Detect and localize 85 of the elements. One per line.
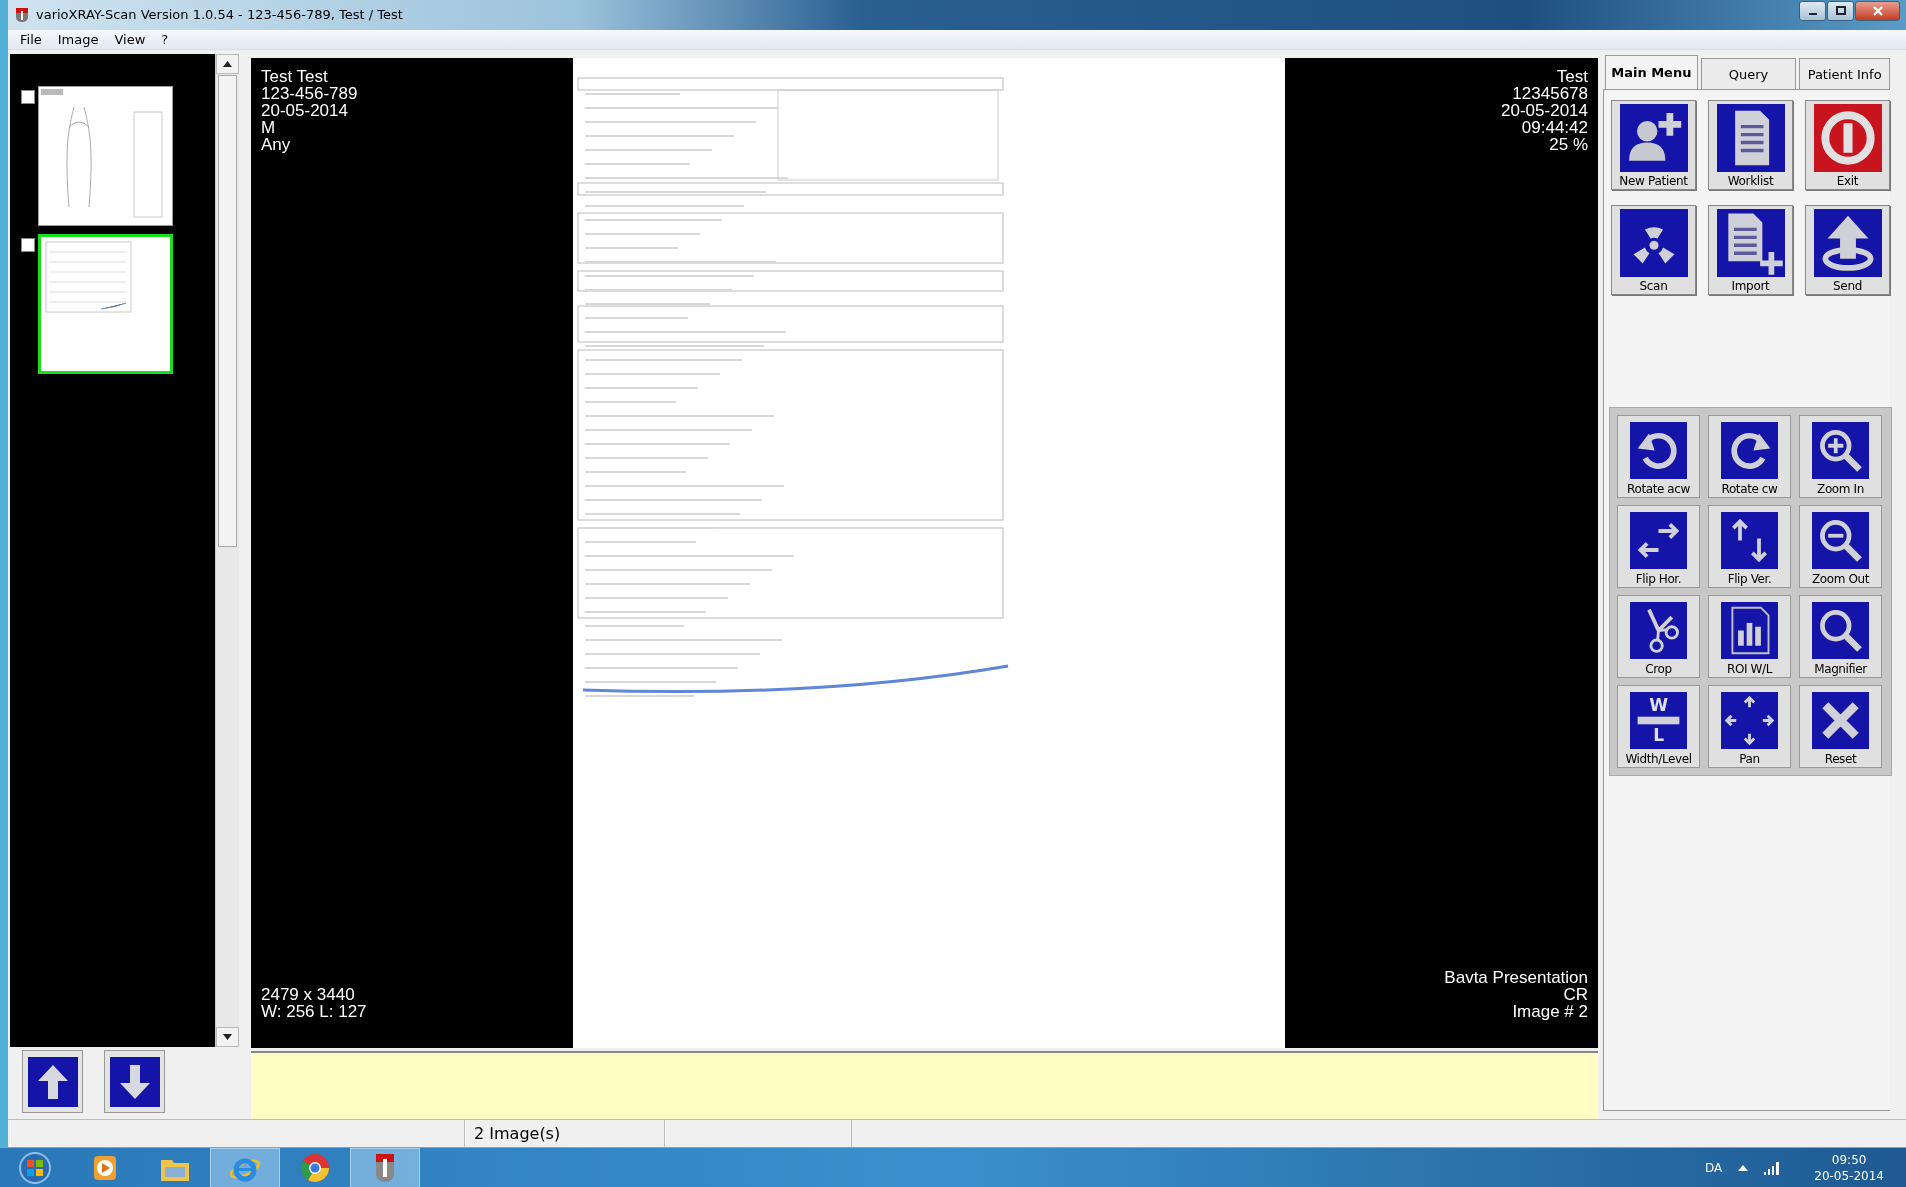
rotate-left-icon [1630, 422, 1687, 480]
image-info-text: 20-05-2014 [1501, 102, 1588, 120]
clock-date[interactable]: 20-05-2014 [1814, 1169, 1884, 1183]
toolbar-button[interactable]: Send [1805, 205, 1890, 296]
rotate-right-icon [1721, 422, 1778, 480]
document-plus-icon [1716, 209, 1785, 278]
panel-tab[interactable]: Main Menu [1605, 55, 1698, 90]
minimize-button[interactable] [1799, 0, 1826, 21]
tool-button[interactable]: Rotate cw [1708, 415, 1791, 499]
tool-button[interactable]: ROI W/L [1708, 595, 1791, 679]
next-image-button[interactable] [104, 1050, 165, 1114]
scissors-icon [1630, 602, 1687, 660]
image-info-text: 2479 x 3440 [261, 986, 356, 1004]
window-title: varioXRAY-Scan Version 1.0.54 - 123-456-789, Test / Test [36, 7, 403, 23]
scrollbar-thumb[interactable] [218, 75, 237, 548]
image-info-text: Bavta Presentation [1444, 969, 1588, 987]
image-info-text: Test Test [261, 68, 329, 86]
image-info-text: 12345678 [1512, 85, 1588, 103]
notes-area[interactable] [251, 1051, 1598, 1120]
signal-icon [1764, 1161, 1781, 1175]
close-button[interactable] [1855, 0, 1900, 21]
down-triangle-icon [223, 1034, 232, 1041]
windows-logo-icon [18, 1151, 52, 1185]
image-info-text: Any [261, 136, 292, 154]
zoom-out-icon [1812, 512, 1869, 570]
zoom-in-icon [1812, 422, 1869, 480]
x-icon [1812, 692, 1869, 750]
menu-item[interactable]: ? [153, 31, 177, 47]
app-logo-icon [14, 6, 30, 23]
tool-button[interactable]: Pan [1708, 685, 1791, 769]
image-info-text: Image # 2 [1512, 1003, 1588, 1021]
thumbnail-checkbox[interactable] [21, 238, 35, 253]
width-level-icon: W L [1630, 692, 1687, 750]
tool-button[interactable]: Magnifier [1799, 595, 1882, 679]
clock-time[interactable]: 09:50 [1831, 1153, 1867, 1167]
tool-button[interactable]: Zoom Out [1799, 505, 1882, 589]
image-info-text: 123-456-789 [261, 85, 358, 103]
person-plus-icon [1619, 104, 1688, 173]
scroll-up-button[interactable] [216, 54, 239, 75]
image-info-text: W: 256 L: 127 [261, 1003, 367, 1021]
image-info-text: 09:44:42 [1521, 119, 1588, 137]
image-info-text: 20-05-2014 [261, 102, 349, 120]
four-arrows-icon [1721, 692, 1778, 750]
language-indicator[interactable]: DA [1705, 1161, 1723, 1175]
show-hidden-icons-icon [1738, 1165, 1749, 1171]
thumbnail-image[interactable] [38, 86, 173, 227]
menu-item[interactable]: File [12, 31, 50, 47]
horizontal-arrows-icon [1630, 512, 1687, 570]
circle-logo-icon [298, 1151, 332, 1185]
previous-image-button[interactable] [22, 1050, 83, 1114]
thumbnail-image[interactable] [38, 234, 173, 375]
maximize-button[interactable] [1827, 0, 1854, 21]
thumbnail-checkbox[interactable] [21, 90, 35, 105]
toolbar-button[interactable]: Worklist [1708, 100, 1793, 191]
scroll-down-button[interactable] [216, 1027, 239, 1048]
document-icon [1716, 104, 1785, 173]
tool-button[interactable]: Crop [1617, 595, 1700, 679]
taskbar-button[interactable] [350, 1148, 420, 1187]
image-info-text: CR [1563, 986, 1588, 1004]
toolbar-button[interactable]: New Patient [1611, 100, 1696, 191]
panel-tab[interactable]: Patient Info [1799, 58, 1890, 90]
menu-item[interactable]: View [106, 31, 154, 47]
image-info-text: 25 % [1549, 136, 1588, 154]
maximize-icon [1834, 5, 1847, 16]
power-icon [1813, 104, 1882, 173]
tool-button[interactable]: Flip Ver. [1708, 505, 1791, 589]
tool-button[interactable]: W L Width/Level [1617, 685, 1700, 769]
image-info-text: Test [1556, 68, 1588, 86]
toolbar-button[interactable]: Exit [1805, 100, 1890, 191]
vertical-arrows-icon [1721, 512, 1778, 570]
minimize-icon [1808, 13, 1817, 16]
toolbar-button[interactable]: Scan [1611, 205, 1696, 296]
up-triangle-icon [223, 61, 232, 68]
image-info-text: M [261, 119, 277, 137]
tool-button[interactable]: Rotate acw [1617, 415, 1700, 499]
tool-button[interactable]: Reset [1799, 685, 1882, 769]
panel-tab[interactable]: Query [1700, 58, 1797, 90]
search-icon [1812, 602, 1869, 660]
bar-chart-document-icon [1721, 602, 1778, 660]
tool-button[interactable]: Flip Hor. [1617, 505, 1700, 589]
menu-item[interactable]: Image [49, 31, 107, 47]
radiation-icon [1619, 209, 1688, 278]
close-icon [1871, 5, 1884, 16]
tool-button[interactable]: Zoom In [1799, 415, 1882, 499]
toolbar-button[interactable]: Import [1708, 205, 1793, 296]
